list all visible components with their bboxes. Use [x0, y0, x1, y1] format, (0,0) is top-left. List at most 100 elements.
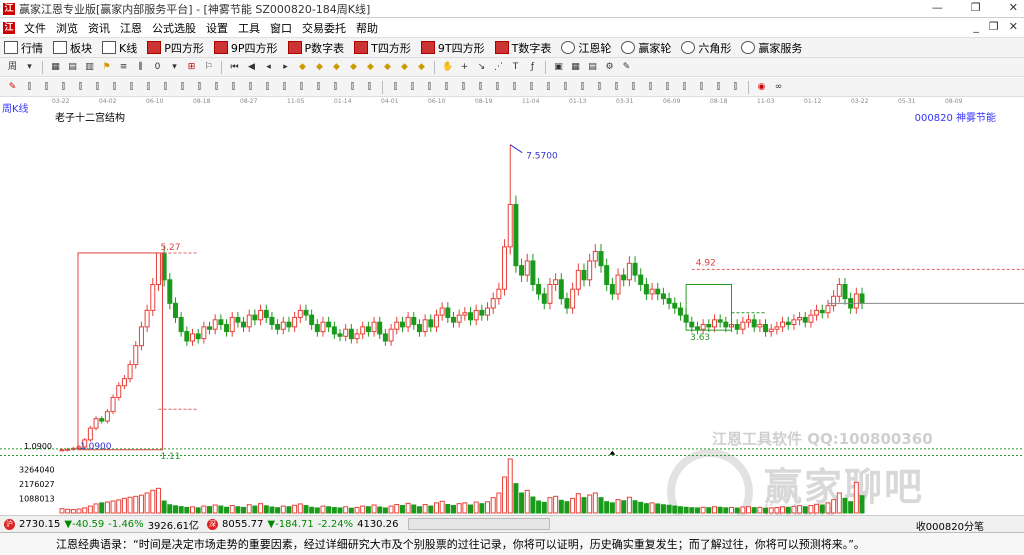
diamond8-icon[interactable]: ◆ — [416, 62, 427, 73]
toolbar-button-4[interactable]: 9P四方形 — [210, 40, 284, 56]
period-select[interactable]: 周 — [7, 62, 18, 73]
first-icon[interactable]: ⏮ — [229, 62, 240, 73]
toolbar-button-8[interactable]: T数字表 — [491, 40, 558, 56]
hand-icon[interactable]: ✋ — [442, 62, 453, 73]
toolbar-button-3[interactable]: P四方形 — [143, 40, 210, 56]
draw-line-icon[interactable]: ↘ — [476, 62, 487, 73]
menu-item-0[interactable]: 文件 — [19, 20, 51, 36]
tools-icon[interactable]: ✎ — [621, 62, 632, 73]
line-tool-17-icon[interactable]: ⫿ — [296, 82, 307, 93]
line-tool-16-icon[interactable]: ⫿ — [279, 82, 290, 93]
tool-flag2-icon[interactable]: ⚐ — [203, 62, 214, 73]
line-tool-3-icon[interactable]: ⫿ — [58, 82, 69, 93]
line-tool-20-icon[interactable]: ⫿ — [347, 82, 358, 93]
line-tool-38-icon[interactable]: ⫿ — [662, 82, 673, 93]
tool-bars-icon[interactable]: ⫼ — [135, 62, 146, 73]
line-tool-5-icon[interactable]: ⫿ — [92, 82, 103, 93]
line-tool-8-icon[interactable]: ⫿ — [143, 82, 154, 93]
line-tool-36-icon[interactable]: ⫿ — [628, 82, 639, 93]
pref-icon[interactable]: ⚙ — [604, 62, 615, 73]
line-tool-22-icon[interactable]: ⫿ — [390, 82, 401, 93]
tool-chart2-icon[interactable]: ≡ — [118, 62, 129, 73]
tool-flag-icon[interactable]: ⚑ — [101, 62, 112, 73]
text-icon[interactable]: T — [510, 62, 521, 73]
diamond7-icon[interactable]: ◆ — [399, 62, 410, 73]
line-tool-10-icon[interactable]: ⫿ — [177, 82, 188, 93]
line-tool-18-icon[interactable]: ⫿ — [313, 82, 324, 93]
tool-zoom-icon[interactable]: ⊞ — [186, 62, 197, 73]
diamond1-icon[interactable]: ◆ — [297, 62, 308, 73]
line-tool-26-icon[interactable]: ⫿ — [458, 82, 469, 93]
color-icon[interactable]: ◉ — [756, 82, 767, 93]
calc-icon[interactable]: ▣ — [553, 62, 564, 73]
line-tool-40-icon[interactable]: ⫿ — [696, 82, 707, 93]
menu-item-4[interactable]: 公式选股 — [147, 20, 201, 36]
tool-zero-icon[interactable]: 0 — [152, 62, 163, 73]
line-tool-11-icon[interactable]: ⫿ — [194, 82, 205, 93]
line-tool-15-icon[interactable]: ⫿ — [262, 82, 273, 93]
line-tool-39-icon[interactable]: ⫿ — [679, 82, 690, 93]
tool-chart-icon[interactable]: ▥ — [84, 62, 95, 73]
menu-item-1[interactable]: 浏览 — [51, 20, 83, 36]
minimize-icon[interactable]: — — [932, 1, 943, 14]
line-tool-1-icon[interactable]: ⫿ — [24, 82, 35, 93]
menu-item-2[interactable]: 资讯 — [83, 20, 115, 36]
line-tool-2-icon[interactable]: ⫿ — [41, 82, 52, 93]
menu-item-3[interactable]: 江恩 — [115, 20, 147, 36]
diamond4-icon[interactable]: ◆ — [348, 62, 359, 73]
menu-item-8[interactable]: 交易委托 — [297, 20, 351, 36]
menu-item-5[interactable]: 设置 — [201, 20, 233, 36]
prev-icon[interactable]: ◀ — [246, 62, 257, 73]
candlestick-chart[interactable]: 7.5700 5.27 4.92 3.63 1.0900 1.11 1.0900 326404… — [0, 107, 1024, 514]
toolbar-button-12[interactable]: 赢家服务 — [737, 40, 808, 56]
close-icon[interactable]: ✕ — [1009, 1, 1018, 14]
line-tool-41-icon[interactable]: ⫿ — [713, 82, 724, 93]
tool-grid-icon[interactable]: ▦ — [50, 62, 61, 73]
diamond2-icon[interactable]: ◆ — [314, 62, 325, 73]
line-tool-28-icon[interactable]: ⫿ — [492, 82, 503, 93]
line-tool-27-icon[interactable]: ⫿ — [475, 82, 486, 93]
draw-pen-icon[interactable]: ✎ — [7, 82, 18, 93]
line-tool-4-icon[interactable]: ⫿ — [75, 82, 86, 93]
dropdown-icon[interactable]: ▾ — [24, 62, 35, 73]
line-tool-34-icon[interactable]: ⫿ — [594, 82, 605, 93]
infinity-icon[interactable]: ∞ — [773, 82, 784, 93]
index-sz[interactable]: 深 8055.77 ▼-184.71 -2.24% 4130.26 — [203, 518, 402, 530]
line-tool-32-icon[interactable]: ⫿ — [560, 82, 571, 93]
line-tool-7-icon[interactable]: ⫿ — [126, 82, 137, 93]
line-tool-9-icon[interactable]: ⫿ — [160, 82, 171, 93]
line-tool-29-icon[interactable]: ⫿ — [509, 82, 520, 93]
diamond6-icon[interactable]: ◆ — [382, 62, 393, 73]
line-tool-12-icon[interactable]: ⫿ — [211, 82, 222, 93]
tool-copy-icon[interactable]: ▤ — [67, 62, 78, 73]
line-tool-21-icon[interactable]: ⫿ — [364, 82, 375, 93]
right-icon[interactable]: ▸ — [280, 62, 291, 73]
line-tool-42-icon[interactable]: ⫿ — [730, 82, 741, 93]
line-tool-19-icon[interactable]: ⫿ — [330, 82, 341, 93]
line-tool-33-icon[interactable]: ⫿ — [577, 82, 588, 93]
status-scrollbar[interactable] — [408, 518, 551, 530]
restore-icon[interactable]: ❐ — [971, 1, 981, 14]
toolbar-button-6[interactable]: T四方形 — [350, 40, 417, 56]
line-tool-14-icon[interactable]: ⫿ — [245, 82, 256, 93]
line-tool-13-icon[interactable]: ⫿ — [228, 82, 239, 93]
toolbar-button-0[interactable]: 行情 — [0, 40, 49, 56]
mdi-restore-icon[interactable]: ❐ — [989, 20, 999, 33]
line-tool-35-icon[interactable]: ⫿ — [611, 82, 622, 93]
line-tool-31-icon[interactable]: ⫿ — [543, 82, 554, 93]
toolbar-button-7[interactable]: 9T四方形 — [417, 40, 491, 56]
mdi-close-icon[interactable]: ✕ — [1009, 20, 1018, 33]
toolbar-button-5[interactable]: P数字表 — [284, 40, 351, 56]
calendar-icon[interactable]: ▦ — [570, 62, 581, 73]
diamond3-icon[interactable]: ◆ — [331, 62, 342, 73]
line-tool-23-icon[interactable]: ⫿ — [407, 82, 418, 93]
fib-icon[interactable]: ƒ — [527, 62, 538, 73]
menu-item-9[interactable]: 帮助 — [351, 20, 383, 36]
tool-arrow-icon[interactable]: ▾ — [169, 62, 180, 73]
toolbar-button-1[interactable]: 板块 — [49, 40, 98, 56]
menu-item-6[interactable]: 工具 — [233, 20, 265, 36]
sheet-icon[interactable]: ▤ — [587, 62, 598, 73]
mdi-minimize-icon[interactable]: _ — [973, 20, 979, 33]
line-tool-24-icon[interactable]: ⫿ — [424, 82, 435, 93]
left-icon[interactable]: ◂ — [263, 62, 274, 73]
